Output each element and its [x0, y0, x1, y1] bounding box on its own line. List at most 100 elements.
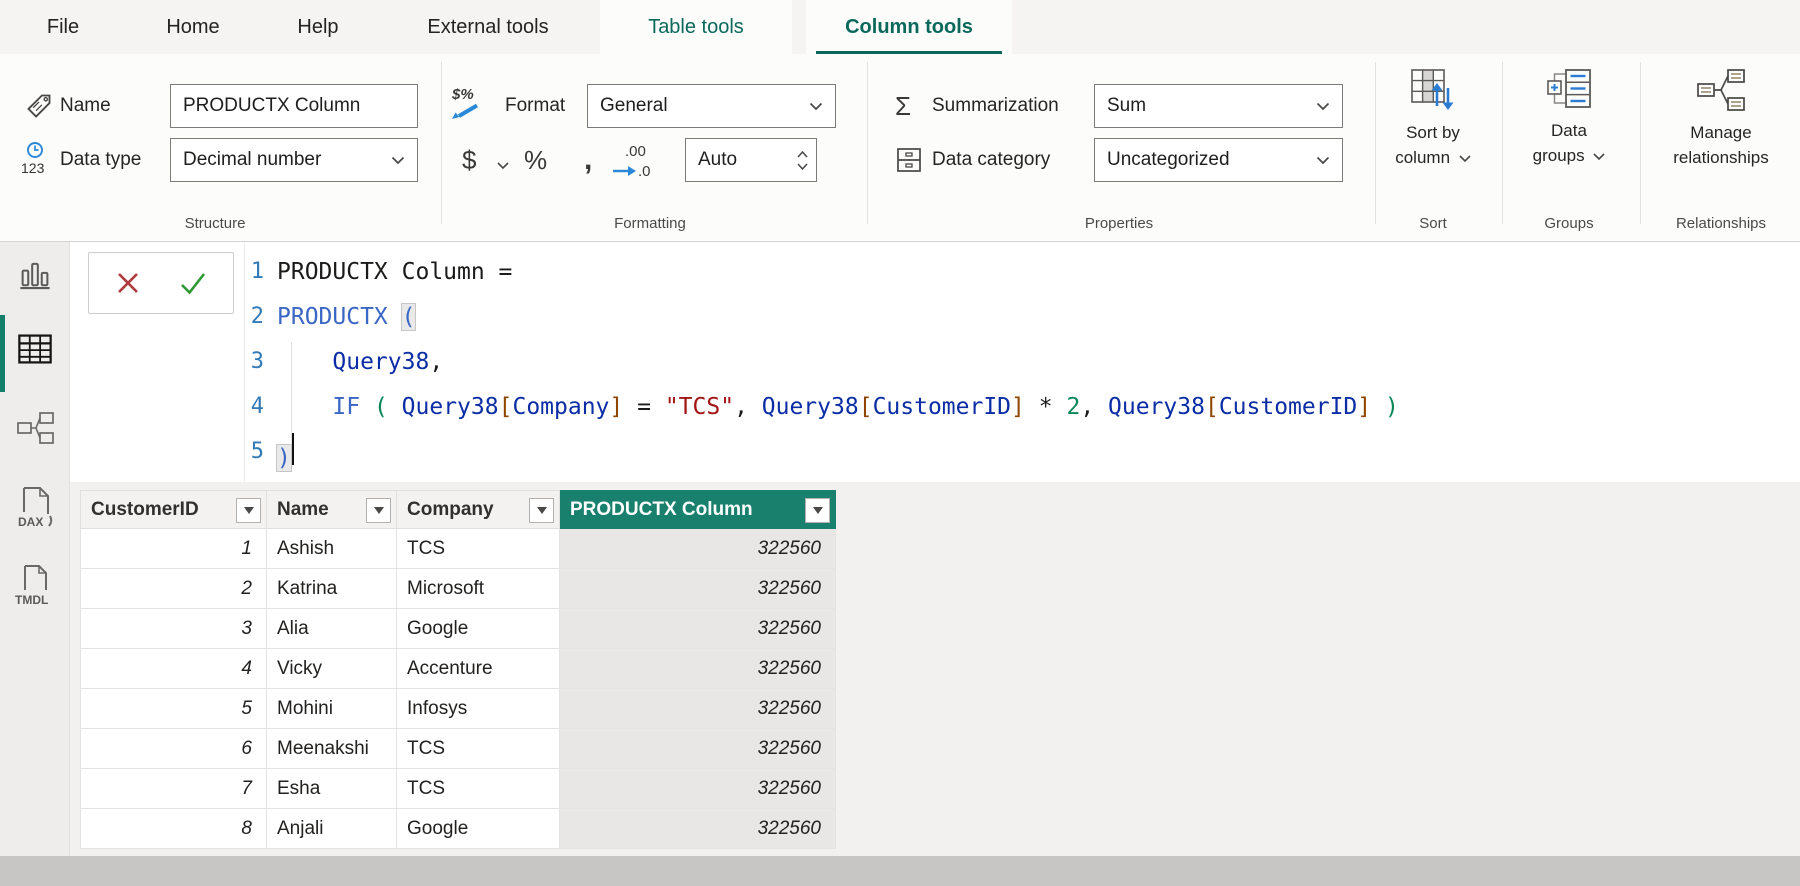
table-row: 6MeenakshiTCS322560 [81, 729, 836, 769]
button-label: groups [1533, 146, 1585, 165]
formula-line[interactable]: 1PRODUCTX Column = [240, 249, 1399, 294]
spinner-down-icon[interactable] [797, 163, 808, 170]
menu-item-home[interactable]: Home [138, 0, 248, 54]
cell[interactable]: 322560 [560, 809, 836, 849]
cell[interactable]: Esha [267, 769, 397, 809]
cell[interactable]: Meenakshi [267, 729, 397, 769]
group-divider [1502, 62, 1503, 224]
menu-item-help[interactable]: Help [272, 0, 364, 54]
name-label: Name [60, 84, 111, 128]
cell[interactable]: TCS [397, 769, 560, 809]
format-value: General [600, 95, 668, 117]
decimal-places-stepper[interactable]: Auto [685, 138, 817, 182]
cell[interactable]: Infosys [397, 689, 560, 729]
decimal-places-value: Auto [698, 149, 737, 171]
sidebar-item-model-view[interactable] [0, 410, 70, 446]
chevron-down-icon [1593, 153, 1605, 161]
cell[interactable]: 2 [81, 569, 267, 609]
group-label-structure: Structure [140, 212, 290, 236]
group-label-formatting: Formatting [575, 212, 725, 236]
cell[interactable]: Anjali [267, 809, 397, 849]
filter-dropdown-button[interactable] [805, 498, 830, 523]
column-header-productx-column[interactable]: PRODUCTX Column [560, 491, 836, 529]
data-category-dropdown[interactable]: Uncategorized [1094, 138, 1343, 182]
cell[interactable]: Katrina [267, 569, 397, 609]
formula-bar[interactable]: 1PRODUCTX Column =2PRODUCTX (3 Query38,4… [70, 242, 1800, 482]
tab-column-tools[interactable]: Column tools [806, 0, 1012, 54]
cell[interactable]: 322560 [560, 729, 836, 769]
cell[interactable]: 3 [81, 609, 267, 649]
formula-editor[interactable]: 1PRODUCTX Column =2PRODUCTX (3 Query38,4… [240, 249, 1399, 474]
group-divider [441, 62, 442, 224]
percent-format-button[interactable]: % [524, 138, 547, 182]
cell[interactable]: Alia [267, 609, 397, 649]
chevron-down-icon [244, 507, 254, 514]
chevron-down-icon [809, 102, 823, 111]
currency-format-button[interactable]: $ [462, 138, 476, 182]
cell[interactable]: Mohini [267, 689, 397, 729]
cell[interactable]: TCS [397, 729, 560, 769]
button-label: relationships [1673, 148, 1768, 167]
cell[interactable]: TCS [397, 529, 560, 569]
cell[interactable]: 4 [81, 649, 267, 689]
bottom-bar [0, 856, 1800, 886]
line-number: 3 [240, 349, 264, 374]
cancel-formula-button[interactable] [113, 268, 143, 298]
menu-item-external-tools[interactable]: External tools [392, 0, 584, 54]
sidebar-item-dax-query-view[interactable]: DAX [0, 486, 70, 530]
formula-line[interactable]: 3 Query38, [240, 339, 1399, 384]
cell[interactable]: 322560 [560, 649, 836, 689]
cell[interactable]: 322560 [560, 769, 836, 809]
cell[interactable]: 322560 [560, 609, 836, 649]
column-header-label: Name [277, 499, 329, 520]
tab-label: Column tools [845, 16, 973, 39]
sigma-icon: Σ [895, 84, 911, 128]
filter-dropdown-button[interactable] [529, 498, 554, 523]
cell[interactable]: Accenture [397, 649, 560, 689]
sidebar-item-table-view[interactable] [0, 332, 70, 366]
cell[interactable]: 322560 [560, 569, 836, 609]
data-type-dropdown[interactable]: Decimal number [170, 138, 418, 182]
data-category-icon [894, 145, 924, 180]
data-groups-button[interactable]: Data groups [1514, 68, 1624, 168]
sidebar-item-report-view[interactable] [0, 256, 70, 292]
column-header-company[interactable]: Company [397, 491, 560, 529]
chevron-down-icon[interactable] [497, 157, 509, 175]
spinner-up-icon[interactable] [797, 151, 808, 158]
cell[interactable]: Vicky [267, 649, 397, 689]
cell[interactable]: Ashish [267, 529, 397, 569]
cell[interactable]: 7 [81, 769, 267, 809]
column-header-label: Company [407, 499, 494, 520]
cell[interactable]: Google [397, 809, 560, 849]
formula-line[interactable]: 2PRODUCTX ( [240, 294, 1399, 339]
filter-dropdown-button[interactable] [236, 498, 261, 523]
decimal-places-icon[interactable]: .00 .0 [610, 142, 660, 185]
chevron-down-icon [391, 156, 405, 165]
data-category-label: Data category [932, 138, 1050, 182]
sort-by-column-button[interactable]: Sort by column [1378, 68, 1488, 170]
cell[interactable]: Google [397, 609, 560, 649]
column-header-customerid[interactable]: CustomerID [81, 491, 267, 529]
column-header-label: PRODUCTX Column [570, 499, 753, 520]
column-header-name[interactable]: Name [267, 491, 397, 529]
format-dropdown[interactable]: General [587, 84, 836, 128]
formula-line[interactable]: 4 IF ( Query38[Company] = "TCS", Query38… [240, 384, 1399, 429]
cell[interactable]: 322560 [560, 689, 836, 729]
sidebar-item-tmdl-view[interactable]: TMDL [0, 564, 70, 608]
thousands-separator-button[interactable]: , [584, 138, 592, 182]
cell[interactable]: 6 [81, 729, 267, 769]
cell[interactable]: 5 [81, 689, 267, 729]
menu-item-file[interactable]: File [20, 0, 106, 54]
commit-formula-button[interactable] [177, 268, 209, 298]
column-name-input[interactable]: PRODUCTX Column [170, 84, 418, 128]
cell[interactable]: 322560 [560, 529, 836, 569]
formula-line[interactable]: 5) [240, 429, 1399, 474]
cell[interactable]: Microsoft [397, 569, 560, 609]
cell[interactable]: 1 [81, 529, 267, 569]
manage-relationships-button[interactable]: Manage relationships [1650, 68, 1792, 170]
tab-table-tools[interactable]: Table tools [600, 0, 792, 54]
filter-dropdown-button[interactable] [366, 498, 391, 523]
summarization-dropdown[interactable]: Sum [1094, 84, 1343, 128]
cell[interactable]: 8 [81, 809, 267, 849]
chevron-down-icon [374, 507, 384, 514]
